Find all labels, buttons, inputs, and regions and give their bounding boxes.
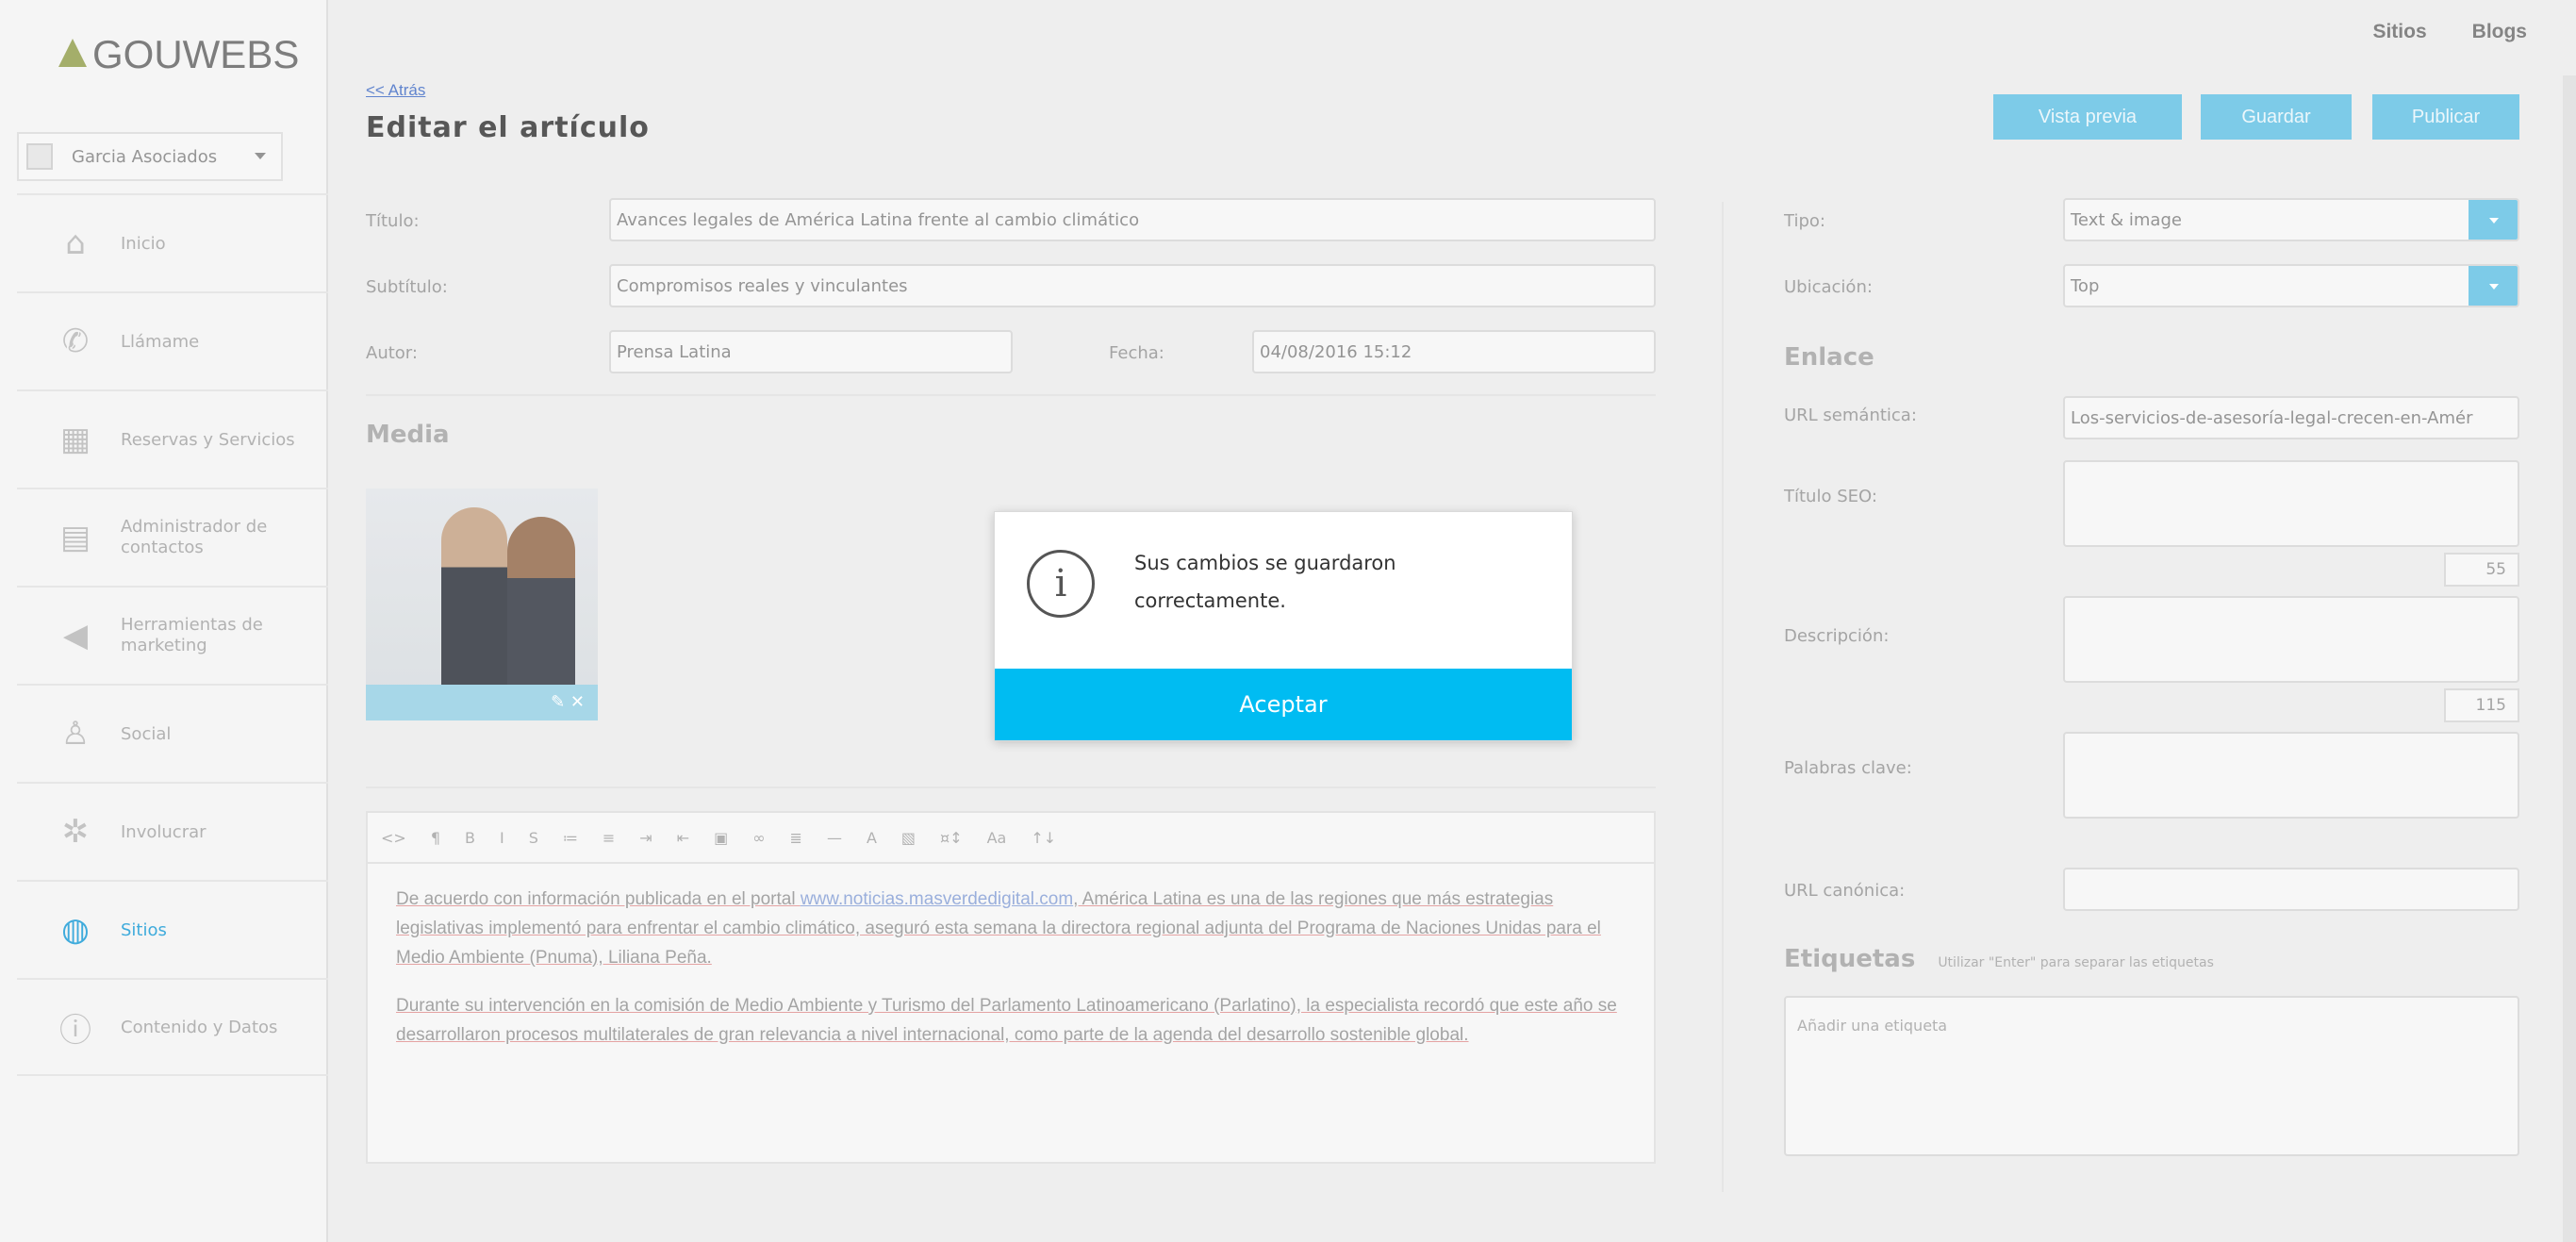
accept-button[interactable]: Aceptar <box>995 669 1572 740</box>
info-icon: i <box>1027 550 1095 618</box>
save-confirmation-dialog: i Sus cambios se guardaron correctamente… <box>994 511 1573 741</box>
dialog-message: Sus cambios se guardaron correctamente. <box>1134 552 1396 612</box>
